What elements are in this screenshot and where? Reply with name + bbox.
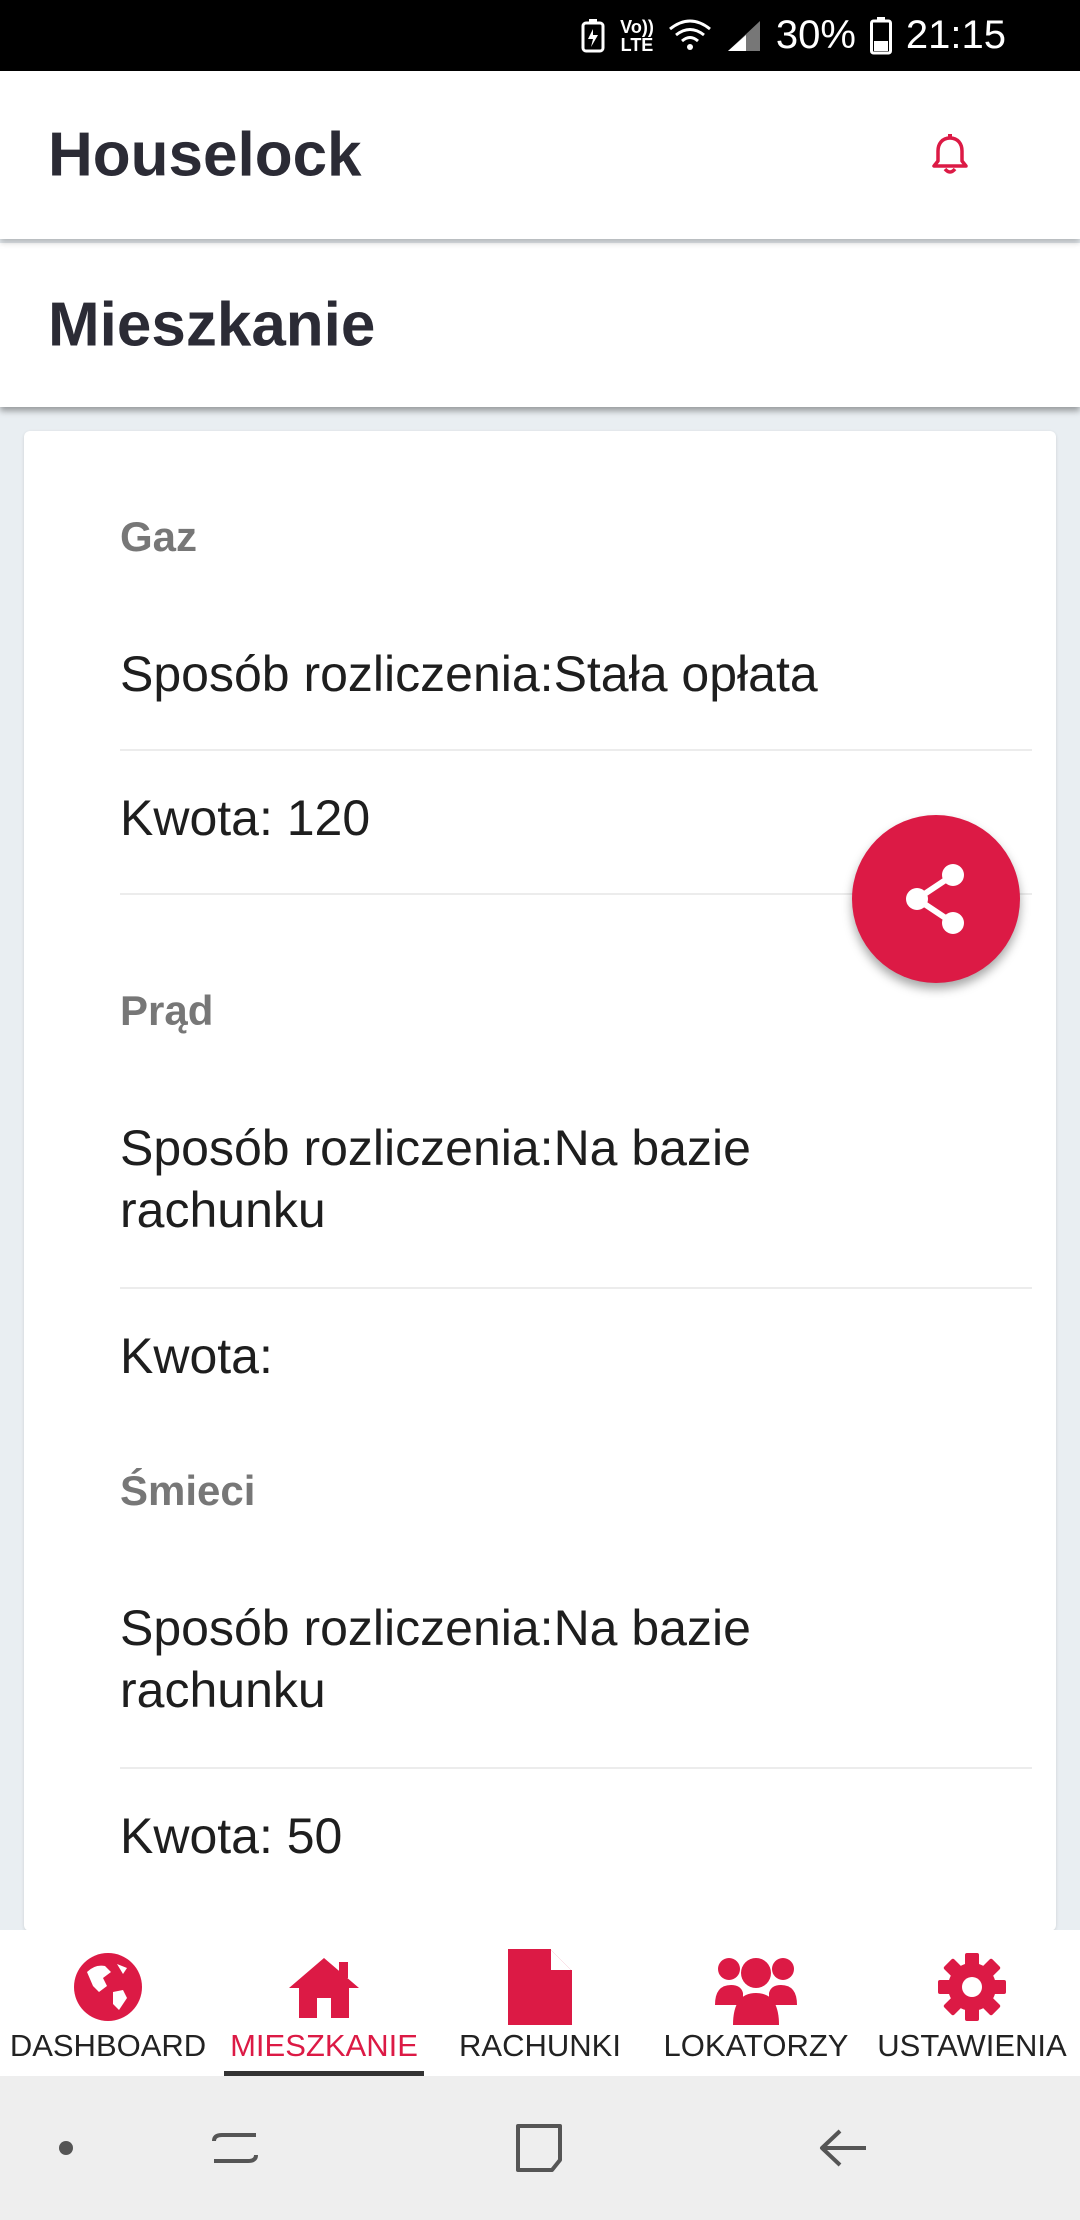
battery-percent: 30% xyxy=(775,13,856,57)
back-icon[interactable] xyxy=(818,2123,868,2173)
bell-icon[interactable] xyxy=(920,125,980,185)
nav-label: DASHBOARD xyxy=(9,2028,207,2063)
battery-saver-icon xyxy=(580,18,606,53)
app-title: Houselock xyxy=(48,120,362,190)
nav-label: MIESZKANIE xyxy=(230,2028,418,2063)
section-title-smieci: Śmieci xyxy=(120,1467,256,1514)
nav-label: RACHUNKI xyxy=(459,2028,621,2063)
bottom-nav: DASHBOARD MIESZKANIE RACHUNKI LOKATORZY xyxy=(0,1930,1080,2076)
section-title-gaz: Gaz xyxy=(120,513,198,560)
page-header: Mieszkanie xyxy=(0,243,1080,407)
nav-item-ustawienia[interactable]: USTAWIENIA xyxy=(864,1930,1080,2076)
home-nav-icon[interactable] xyxy=(514,2122,564,2174)
volte-icon: Vo)) LTE xyxy=(620,16,654,55)
billing-method-prad: Sposób rozliczenia:Na bazie rachunku xyxy=(120,1120,751,1238)
amount-prad: Kwota: xyxy=(120,1328,273,1384)
clock: 21:15 xyxy=(905,13,1006,57)
nav-item-lokatorzy[interactable]: LOKATORZY xyxy=(648,1930,864,2076)
utilities-card: Gaz Sposób rozliczenia:Stała opłata Kwot… xyxy=(24,431,1056,1931)
signal-icon xyxy=(726,19,762,53)
section-title-prad: Prąd xyxy=(120,987,214,1034)
divider xyxy=(120,749,1032,751)
users-icon xyxy=(713,1948,799,2026)
dot-indicator-icon xyxy=(58,2140,74,2156)
status-bar: Vo)) LTE 30% 21:15 xyxy=(0,0,1080,71)
nav-label: USTAWIENIA xyxy=(877,2028,1067,2063)
divider xyxy=(120,1287,1032,1289)
share-button[interactable] xyxy=(852,815,1020,983)
battery-icon xyxy=(869,16,892,55)
page-title: Mieszkanie xyxy=(48,290,376,360)
wifi-icon xyxy=(668,19,712,53)
divider xyxy=(120,1767,1032,1769)
billing-method-gaz: Sposób rozliczenia:Stała opłata xyxy=(120,646,818,702)
globe-icon xyxy=(73,1948,143,2026)
file-icon xyxy=(506,1948,574,2026)
share-icon xyxy=(901,861,971,937)
billing-method-smieci: Sposób rozliczenia:Na bazie rachunku xyxy=(120,1600,751,1718)
system-nav-bar xyxy=(0,2076,1080,2220)
nav-item-dashboard[interactable]: DASHBOARD xyxy=(0,1930,216,2076)
home-icon xyxy=(287,1948,361,2026)
nav-item-mieszkanie[interactable]: MIESZKANIE xyxy=(216,1930,432,2076)
gear-icon xyxy=(936,1948,1008,2026)
nav-item-rachunki[interactable]: RACHUNKI xyxy=(432,1930,648,2076)
amount-smieci: Kwota: 50 xyxy=(120,1808,343,1864)
app-bar: Houselock xyxy=(0,71,1080,239)
recent-apps-icon[interactable] xyxy=(210,2123,260,2173)
nav-label: LOKATORZY xyxy=(663,2028,849,2063)
